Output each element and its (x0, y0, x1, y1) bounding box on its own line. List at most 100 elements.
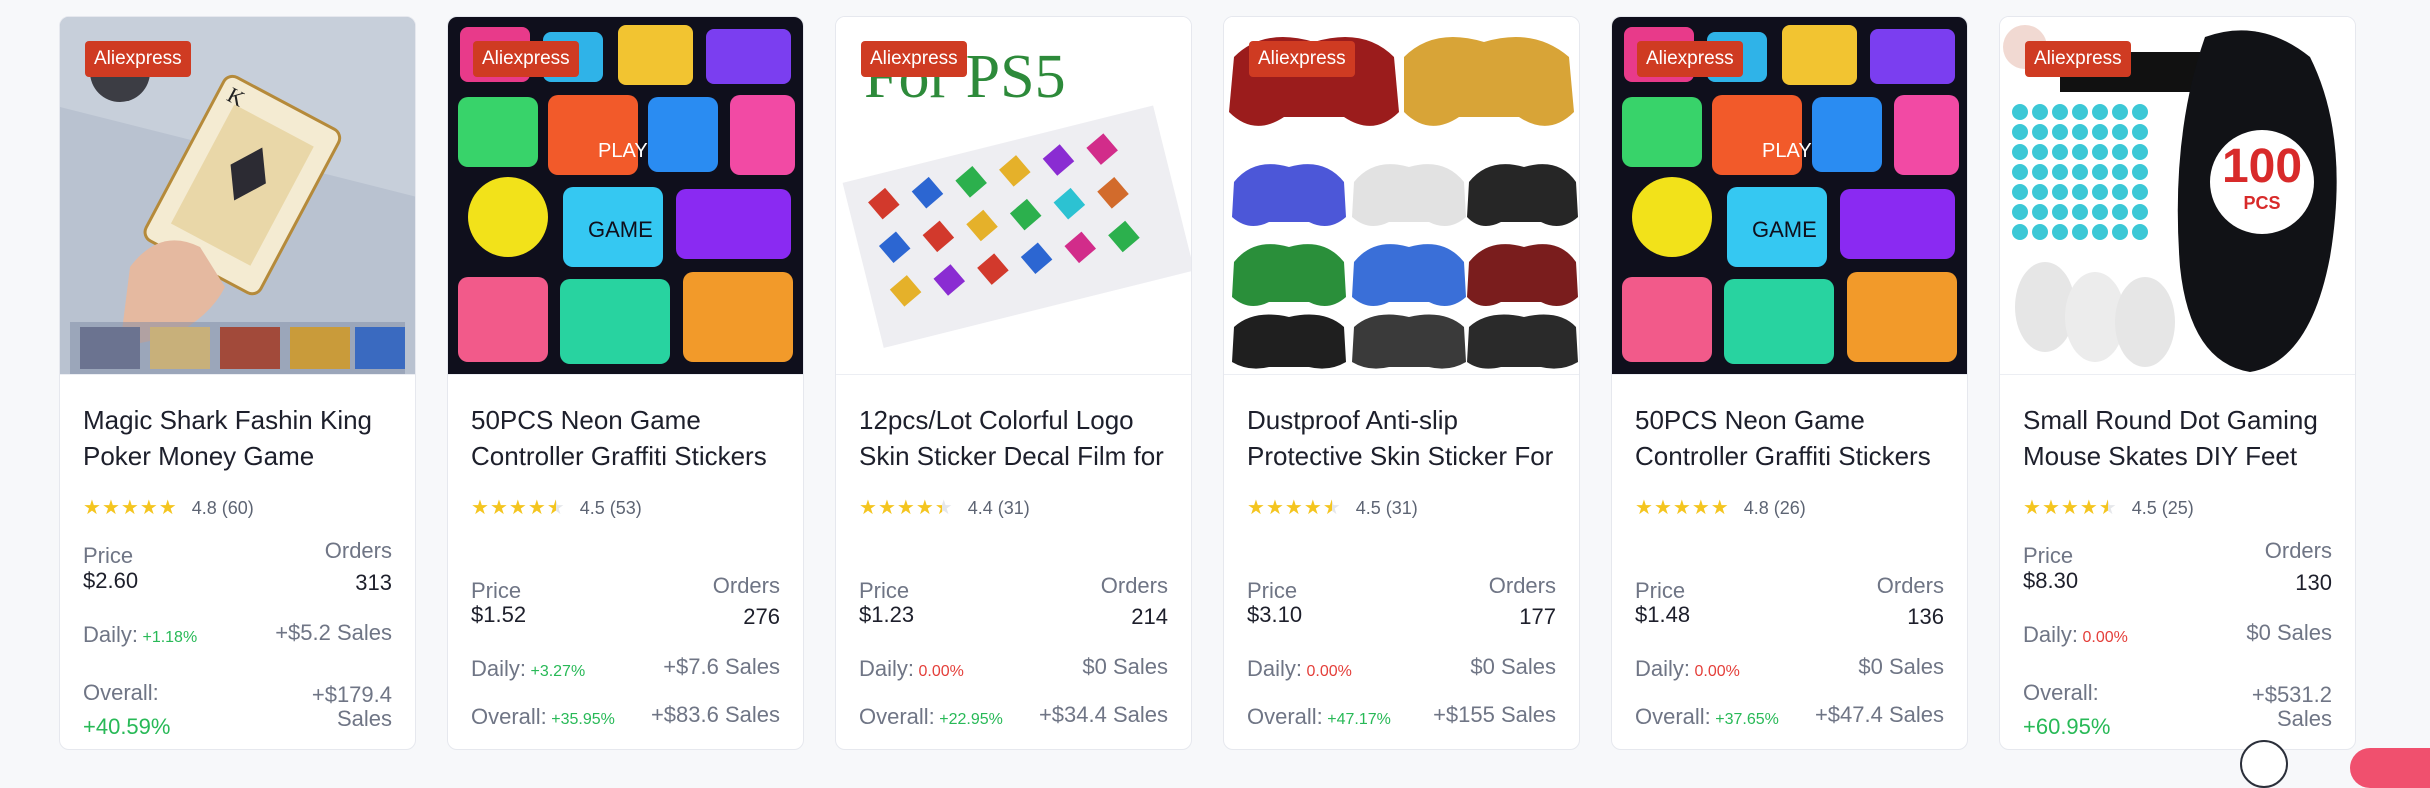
product-title[interactable]: 50PCS Neon Game Controller Graffiti Stic… (471, 402, 780, 474)
star-icon: ★ (83, 497, 101, 519)
price-value: $3.10 (1247, 602, 1303, 627)
star-icon: ★ (527, 497, 546, 519)
overall-label: Overall: (83, 680, 159, 705)
overall-label: Overall: (2023, 680, 2099, 705)
orders-value: 177 (1519, 604, 1556, 629)
daily-label: Daily: (2023, 622, 2079, 647)
daily-sales: $0 Sales (1082, 654, 1168, 679)
daily-percent: +3.27% (530, 663, 586, 680)
product-image[interactable]: PLAY GAME Aliexpress (1612, 17, 1967, 375)
star-icon: ★ (1672, 497, 1691, 519)
product-title[interactable]: Small Round Dot Gaming Mouse Skates DIY … (2023, 402, 2332, 474)
star-icon: ★ (139, 497, 158, 519)
overall-change: Overall: +47.17% (1247, 703, 1391, 731)
star-icon: ★ (471, 497, 489, 519)
star-icon: ★ (877, 497, 896, 519)
stats: Price $2.60 Orders 313 Daily: +1.18% +$5… (83, 529, 392, 749)
product-title[interactable]: 50PCS Neon Game Controller Graffiti Stic… (1635, 402, 1944, 474)
star-icon: ★ (1653, 497, 1672, 519)
star-icon: ★ (2023, 497, 2041, 519)
scroll-button[interactable] (2240, 740, 2288, 788)
rating-stars: ★ ★ ★ ★ ★ (1635, 498, 1729, 518)
rating: ★ ★ ★ ★ ★ 4.4 (31) (859, 497, 1168, 519)
daily-percent: 0.00% (1306, 663, 1352, 680)
rating-text: 4.8 (26) (1743, 497, 1806, 518)
source-badge: Aliexpress (85, 41, 191, 77)
daily-percent: 0.00% (918, 663, 964, 680)
star-icon: ★ (489, 497, 508, 519)
overall-label: Overall: (471, 704, 547, 729)
rating: ★ ★ ★ ★ ★ 4.5 (53) (471, 497, 780, 519)
product-card[interactable]: K Aliexpress Magic Shark Fashin King Pok… (59, 16, 416, 750)
stats: Price $1.48 Orders 136 Daily: 0.00% $0 S… (1635, 529, 1944, 749)
daily-sales: +$5.2 Sales (275, 620, 392, 645)
star-icon: ★ (1284, 497, 1303, 519)
product-title[interactable]: 12pcs/Lot Colorful Logo Skin Sticker Dec… (859, 402, 1168, 474)
star-icon: ★ (1691, 497, 1710, 519)
overall-change: Overall: +22.95% (859, 703, 1003, 731)
rating-stars: ★ ★ ★ ★ ★ (2023, 498, 2117, 518)
product-image[interactable]: PLAY GAME Aliexpress (448, 17, 803, 375)
orders-label: Orders (1488, 573, 1556, 598)
product-card[interactable]: PLAY GAME Aliexpress 50PCS Neon Game Con… (1611, 16, 1968, 750)
overall-percent: +47.17% (1327, 711, 1391, 728)
stats: Price $1.23 Orders 214 Daily: 0.00% $0 S… (859, 529, 1168, 749)
daily-percent: +1.18% (142, 629, 198, 646)
stats: Price $8.30 Orders 130 Daily: 0.00% $0 S… (2023, 529, 2332, 749)
svg-text:PLAY: PLAY (598, 140, 648, 162)
overall-change: Overall: +35.95% (471, 703, 615, 731)
product-title[interactable]: Magic Shark Fashin King Poker Money Game (83, 402, 392, 474)
price-value: $1.48 (1635, 602, 1691, 627)
daily-percent: 0.00% (2082, 629, 2128, 646)
source-badge: Aliexpress (861, 41, 967, 77)
rating-text: 4.5 (53) (579, 497, 642, 518)
product-image[interactable]: For PS5 Aliexpress (836, 17, 1191, 375)
overall-sales: +$47.4 Sales (1814, 702, 1944, 727)
rating-text: 4.5 (25) (2131, 497, 2194, 518)
star-icon: ★ (2079, 497, 2098, 519)
overall-percent: +22.95% (939, 711, 1003, 728)
floating-action-button[interactable] (2350, 748, 2430, 788)
star-icon: ★ (158, 497, 177, 519)
product-image[interactable]: K Aliexpress (60, 17, 415, 375)
orders-label: Orders (1100, 573, 1168, 598)
star-icon: ★ (546, 497, 565, 519)
daily-label: Daily: (1635, 656, 1691, 681)
daily-sales: +$7.6 Sales (663, 654, 780, 679)
daily-change: Daily: +3.27% (471, 655, 585, 683)
overall-percent: +60.95% (2023, 714, 2111, 739)
product-title[interactable]: Dustproof Anti-slip Protective Skin Stic… (1247, 402, 1556, 474)
price-value: $1.23 (859, 602, 915, 627)
source-badge: Aliexpress (2025, 41, 2131, 77)
rating: ★ ★ ★ ★ ★ 4.5 (31) (1247, 497, 1556, 519)
product-card[interactable]: For PS5 Aliexpress 12pcs/Lot Colorful Lo… (835, 16, 1192, 750)
source-badge: Aliexpress (473, 41, 579, 77)
price-value: $1.52 (471, 602, 527, 627)
overall-percent: +35.95% (551, 711, 615, 728)
product-card[interactable]: Aliexpress Dustproof Anti-slip Protectiv… (1223, 16, 1580, 750)
product-card[interactable]: 100 PCS Aliexpress Small Round Dot Gamin… (1999, 16, 2356, 750)
overall-percent: +37.65% (1715, 711, 1779, 728)
product-image[interactable]: 100 PCS Aliexpress (2000, 17, 2355, 375)
svg-text:PLAY: PLAY (1762, 140, 1812, 162)
product-card[interactable]: PLAY GAME Aliexpress 50PCS Neon Game Con… (447, 16, 804, 750)
star-icon: ★ (1265, 497, 1284, 519)
overall-label: Overall: (1635, 704, 1711, 729)
star-icon: ★ (2098, 497, 2117, 519)
price-value: $8.30 (2023, 568, 2079, 593)
rating: ★ ★ ★ ★ ★ 4.5 (25) (2023, 497, 2332, 519)
product-image[interactable]: Aliexpress (1224, 17, 1579, 375)
orders-value: 276 (743, 604, 780, 629)
overall-sales: +$155 Sales (1433, 702, 1556, 727)
daily-label: Daily: (471, 656, 527, 681)
stats: Price $1.52 Orders 276 Daily: +3.27% +$7… (471, 529, 780, 749)
daily-sales: $0 Sales (1858, 654, 1944, 679)
orders-label: Orders (2264, 538, 2332, 563)
overall-percent: +40.59% (83, 714, 171, 739)
price-value: $2.60 (83, 568, 139, 593)
star-icon: ★ (120, 497, 139, 519)
orders-value: 313 (355, 570, 392, 595)
overall-label: Overall: (1247, 704, 1323, 729)
star-icon: ★ (896, 497, 915, 519)
daily-change: Daily: 0.00% (1247, 655, 1352, 683)
